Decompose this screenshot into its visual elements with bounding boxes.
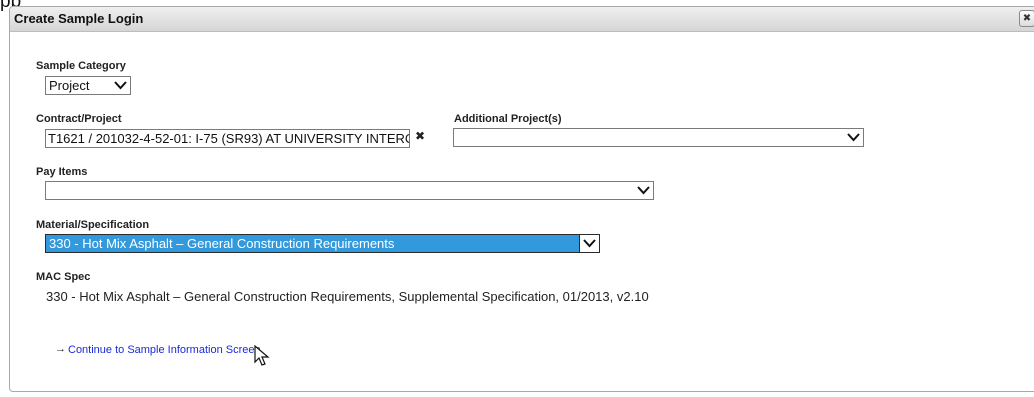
- screen: pp Create Sample Login ✖ Sample Category…: [0, 0, 1034, 397]
- contract-project-label: Contract/Project: [36, 113, 122, 125]
- sample-category-label: Sample Category: [36, 60, 126, 72]
- chevron-down-icon: [583, 239, 596, 248]
- clear-icon[interactable]: ✖: [415, 129, 425, 143]
- sample-category-select[interactable]: Project: [45, 76, 131, 95]
- close-button[interactable]: ✖: [1019, 10, 1034, 27]
- dialog-titlebar[interactable]: Create Sample Login ✖: [10, 7, 1034, 32]
- material-specification-select[interactable]: 330 - Hot Mix Asphalt – General Construc…: [45, 234, 600, 253]
- dialog-title: Create Sample Login: [14, 11, 144, 26]
- material-specification-value: 330 - Hot Mix Asphalt – General Construc…: [49, 236, 395, 251]
- close-icon: ✖: [1022, 13, 1032, 24]
- additional-projects-label: Additional Project(s): [454, 113, 562, 125]
- chevron-down-icon: [637, 186, 650, 195]
- pay-items-select[interactable]: [45, 181, 654, 200]
- sample-category-value: Project: [49, 78, 90, 93]
- create-sample-login-dialog: Create Sample Login ✖ Sample Category Pr…: [9, 6, 1034, 392]
- material-specification-label: Material/Specification: [36, 219, 150, 231]
- additional-projects-select[interactable]: [453, 128, 864, 147]
- chevron-down-icon: [114, 81, 127, 90]
- arrow-right-icon: →: [55, 343, 66, 355]
- mac-spec-label: MAC Spec: [36, 271, 91, 283]
- mac-spec-value: 330 - Hot Mix Asphalt – General Construc…: [46, 289, 649, 304]
- contract-project-value: T1621 / 201032-4-52-01: I-75 (SR93) AT U…: [48, 131, 409, 146]
- contract-project-input[interactable]: T1621 / 201032-4-52-01: I-75 (SR93) AT U…: [45, 129, 410, 148]
- continue-to-sample-information-link[interactable]: Continue to Sample Information Screen: [68, 344, 261, 356]
- mouse-pointer-icon: [254, 345, 270, 366]
- pay-items-label: Pay Items: [36, 166, 88, 178]
- chevron-down-icon: [847, 133, 860, 142]
